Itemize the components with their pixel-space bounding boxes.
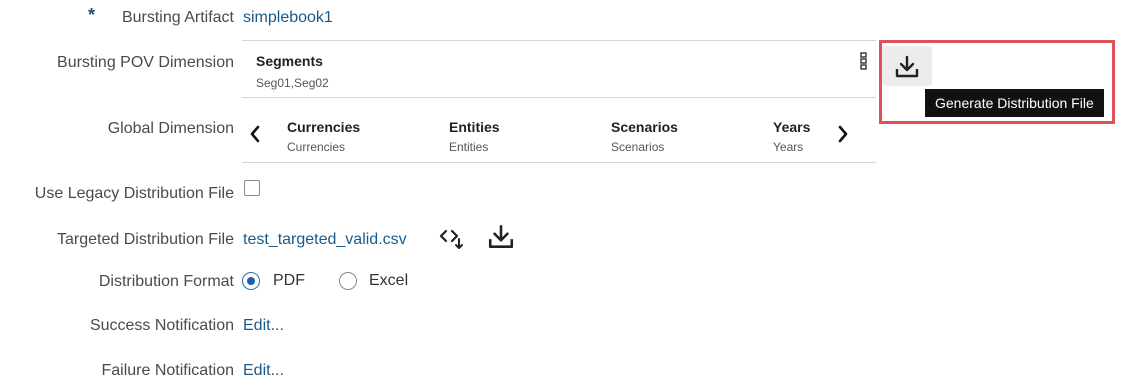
bursting-artifact-label: Bursting Artifact (121, 9, 234, 26)
global-dim-scenarios-sub: Scenarios (611, 140, 665, 154)
global-dimension-label: Global Dimension (107, 120, 234, 137)
chevron-right-icon[interactable] (837, 125, 849, 148)
divider (242, 97, 876, 98)
failure-notification-edit-link[interactable]: Edit... (243, 361, 284, 381)
pov-dimension-name[interactable]: Segments (256, 53, 323, 69)
failure-notification-label: Failure Notification (101, 362, 235, 379)
divider (242, 162, 876, 163)
pov-dimension-members: Seg01,Seg02 (256, 76, 329, 90)
select-file-icon[interactable] (439, 228, 465, 257)
chevron-left-icon[interactable] (249, 125, 261, 148)
highlight-box (879, 40, 1115, 124)
targeted-distribution-link[interactable]: test_targeted_valid.csv (243, 230, 407, 250)
kebab-menu-icon[interactable] (860, 52, 868, 75)
success-notification-edit-link[interactable]: Edit... (243, 316, 284, 336)
global-dim-years[interactable]: Years (773, 119, 810, 135)
bursting-pov-label: Bursting POV Dimension (57, 54, 234, 71)
distribution-format-label: Distribution Format (98, 273, 234, 290)
targeted-distribution-label: Targeted Distribution File (57, 231, 234, 248)
format-radio-pdf-label: PDF (273, 272, 305, 289)
global-dim-scenarios[interactable]: Scenarios (611, 119, 678, 135)
global-dim-currencies[interactable]: Currencies (287, 119, 360, 135)
global-dim-currencies-sub: Currencies (287, 140, 346, 154)
divider (242, 40, 876, 41)
global-dim-years-sub: Years (773, 140, 804, 154)
global-dim-entities-sub: Entities (449, 140, 489, 154)
required-marker: * (88, 5, 96, 25)
global-dim-entities[interactable]: Entities (449, 119, 500, 135)
legacy-distribution-label: Use Legacy Distribution File (34, 185, 234, 202)
format-radio-pdf[interactable] (242, 272, 260, 290)
success-notification-label: Success Notification (89, 317, 234, 334)
format-radio-excel[interactable] (339, 272, 357, 290)
legacy-distribution-checkbox[interactable] (244, 180, 260, 196)
download-icon[interactable] (487, 223, 515, 256)
format-radio-excel-label: Excel (369, 272, 409, 289)
bursting-artifact-link[interactable]: simplebook1 (243, 8, 333, 28)
